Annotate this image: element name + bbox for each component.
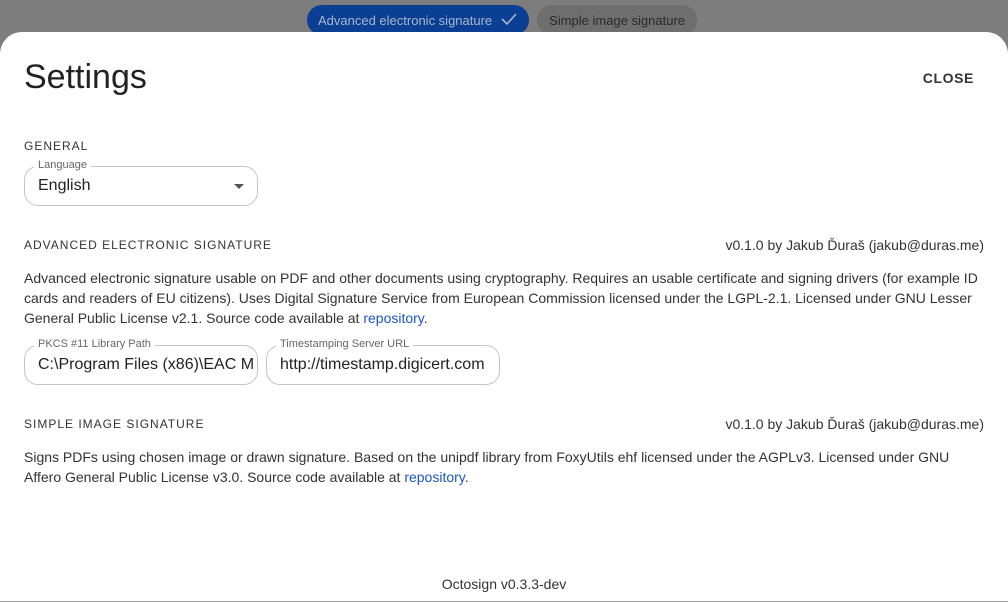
tab-advanced-electronic-signature[interactable]: Advanced electronic signature: [307, 5, 530, 35]
language-label: Language: [34, 159, 91, 171]
tab-label: Simple image signature: [549, 12, 686, 28]
tsa-value: http://timestamp.digicert.com: [280, 356, 485, 373]
sis-text: Signs PDFs using chosen image or drawn s…: [24, 449, 950, 485]
aes-text: Advanced electronic signature usable on …: [24, 270, 978, 326]
pkcs-label: PKCS #11 Library Path: [34, 338, 155, 350]
sis-suffix: .: [464, 469, 469, 485]
tab-label: Advanced electronic signature: [318, 12, 493, 28]
app-version-footer: Octosign v0.3.3-dev: [441, 576, 567, 592]
check-icon: [500, 12, 518, 29]
pkcs-value: C:\Program Files (x86)\EAC M: [38, 356, 255, 373]
aes-description: Advanced electronic signature usable on …: [24, 268, 984, 328]
tsa-label: Timestamping Server URL: [276, 338, 414, 350]
aes-version: v0.1.0 by Jakub Ďuraš (jakub@duras.me): [725, 237, 984, 253]
aes-repository-link[interactable]: repository: [363, 310, 423, 326]
aes-heading: ADVANCED ELECTRONIC SIGNATURE: [24, 238, 272, 252]
general-heading: GENERAL: [24, 139, 89, 153]
sis-repository-link[interactable]: repository: [404, 469, 464, 485]
settings-dialog: Settings CLOSE GENERAL English Language …: [0, 32, 1008, 602]
timestamp-server-url-input[interactable]: http://timestamp.digicert.com: [266, 345, 500, 385]
sis-description: Signs PDFs using chosen image or drawn s…: [24, 447, 984, 487]
aes-suffix: .: [423, 310, 428, 326]
sis-version: v0.1.0 by Jakub Ďuraš (jakub@duras.me): [725, 416, 984, 432]
pkcs-library-path-input[interactable]: C:\Program Files (x86)\EAC M: [24, 345, 258, 385]
page-title: Settings: [24, 58, 147, 96]
language-value: English: [38, 177, 91, 194]
sis-heading: SIMPLE IMAGE SIGNATURE: [24, 417, 205, 431]
signature-type-tabs: Advanced electronic signature Simple ima…: [307, 5, 698, 35]
tab-simple-image-signature[interactable]: Simple image signature: [537, 5, 698, 35]
close-button[interactable]: CLOSE: [923, 70, 974, 86]
chevron-down-icon: [234, 183, 244, 189]
language-select[interactable]: English: [24, 166, 258, 206]
